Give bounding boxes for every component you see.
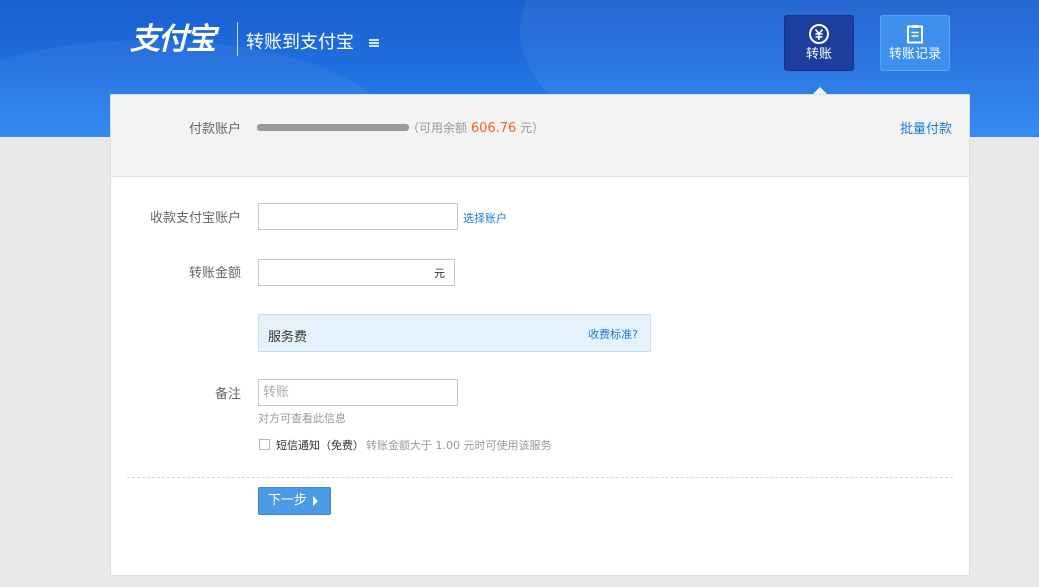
recipient-account-label: 收款支付宝账户 — [149, 211, 241, 226]
alipay-logo[interactable]: 支付宝 — [130, 22, 216, 58]
masked-payer-account — [257, 124, 409, 131]
arrow-right-icon — [313, 496, 318, 506]
sms-notify-label[interactable]: 短信通知（免费） — [276, 437, 364, 453]
memo-hint: 对方可查看此信息 — [258, 412, 346, 425]
sms-notify-hint: 转账金额大于 1.00 元时可使用该服务 — [366, 439, 552, 452]
transfer-amount-input[interactable] — [258, 259, 455, 286]
divider — [127, 477, 953, 478]
logo-divider — [237, 22, 238, 56]
amount-unit: 元 — [434, 267, 445, 280]
transfer-yuan-icon — [809, 24, 829, 44]
active-nav-caret — [813, 87, 827, 94]
next-step-button[interactable]: 下一步 — [258, 487, 331, 515]
nav-transfer-label: 转账 — [805, 47, 832, 62]
next-step-label: 下一步 — [268, 493, 308, 508]
payer-section: 付款账户 （可用余额 606.76 元） 批量付款 — [111, 95, 969, 177]
memo-input[interactable] — [258, 379, 458, 406]
nav-transfer-records-button[interactable]: 转账记录 — [880, 15, 950, 71]
choose-account-link[interactable]: 选择账户 — [463, 210, 507, 226]
memo-label: 备注 — [214, 387, 241, 402]
transfer-form-card: 付款账户 （可用余额 606.76 元） 批量付款 收款支付宝账户 选择账户 转… — [110, 94, 970, 576]
balance-prefix: （可用余额 — [407, 121, 468, 135]
transfer-amount-label: 转账金额 — [188, 266, 241, 281]
recipient-account-input[interactable] — [258, 203, 458, 230]
fee-standard-link[interactable]: 收费标准? — [588, 326, 638, 342]
available-balance: （可用余额 606.76 元） — [407, 119, 544, 136]
service-fee-box: 服务费 收费标准? — [258, 314, 651, 352]
batch-payment-link[interactable]: 批量付款 — [900, 118, 952, 137]
nav-records-label: 转账记录 — [888, 47, 941, 62]
service-fee-label: 服务费 — [268, 330, 308, 345]
payer-account-label: 付款账户 — [188, 122, 241, 137]
menu-icon[interactable] — [369, 39, 379, 48]
balance-amount: 606.76 — [470, 121, 517, 136]
sms-notify-checkbox[interactable] — [259, 439, 270, 450]
page-title: 转账到支付宝 — [246, 32, 354, 53]
nav-transfer-button[interactable]: 转账 — [784, 15, 854, 71]
balance-suffix: 元） — [520, 121, 545, 135]
clipboard-icon — [907, 25, 923, 44]
